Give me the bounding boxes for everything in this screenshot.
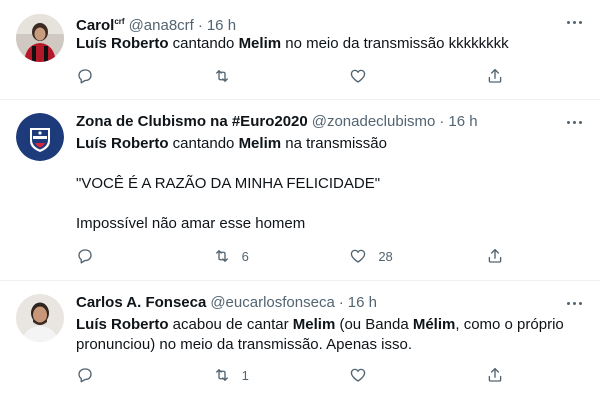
heart-icon: [351, 69, 366, 83]
tweet-feed: Carolcrf @ana8crf · 16 h Luís Roberto ca…: [0, 0, 600, 393]
avatar[interactable]: [16, 113, 64, 161]
retweet-button[interactable]: [213, 66, 309, 86]
separator-dot: ·: [439, 113, 445, 130]
bold-text: Luís Roberto: [76, 35, 169, 52]
share-button[interactable]: [486, 365, 506, 385]
share-icon: [488, 367, 502, 382]
tweet-content: Carolcrf @ana8crf · 16 h Luís Roberto ca…: [76, 12, 584, 54]
bold-text: Mélim: [412, 316, 456, 333]
display-name[interactable]: Zona de Clubismo na #Euro2020: [76, 112, 308, 132]
retweet-icon: [215, 369, 228, 381]
tweet-paragraph: Impossível não amar esse homem: [76, 215, 306, 232]
text-fragment: cantando: [168, 135, 239, 152]
tweet-text: Luís Roberto acabou de cantar Melim (ou …: [76, 315, 584, 355]
reply-button[interactable]: [76, 365, 172, 385]
tweet-actions: [76, 66, 506, 86]
timestamp[interactable]: 16 h: [448, 112, 477, 132]
more-options-button[interactable]: [564, 114, 584, 130]
more-options-button[interactable]: [564, 14, 584, 30]
tweet[interactable]: Carlos A. Fonseca @eucarlosfonseca · 16 …: [0, 281, 600, 393]
bold-text: Luís Roberto: [76, 135, 169, 152]
like-button[interactable]: [349, 66, 445, 86]
separator-dot: ·: [338, 294, 344, 311]
tweet-content: Zona de Clubismo na #Euro2020 @zonadeclu…: [76, 112, 584, 234]
name-superscript: crf: [114, 17, 125, 26]
tweet-text: Luís Roberto cantando Melim na transmiss…: [76, 134, 584, 154]
like-button[interactable]: [349, 365, 445, 385]
tweet-header: Carolcrf @ana8crf · 16 h: [76, 12, 584, 34]
retweet-icon: [215, 70, 228, 82]
text-fragment: cantando: [168, 35, 239, 52]
tweet-content: Carlos A. Fonseca @eucarlosfonseca · 16 …: [76, 293, 584, 355]
user-handle[interactable]: @ana8crf: [129, 16, 194, 36]
text-fragment: na transmissão: [281, 135, 387, 152]
tweet[interactable]: Carolcrf @ana8crf · 16 h Luís Roberto ca…: [0, 0, 600, 100]
like-button[interactable]: 28: [349, 246, 445, 266]
avatar[interactable]: [16, 14, 64, 62]
separator-dot: ·: [197, 17, 203, 34]
reply-button[interactable]: [76, 66, 172, 86]
like-count: 28: [378, 248, 393, 264]
display-name[interactable]: Carlos A. Fonseca: [76, 293, 206, 313]
share-icon: [488, 68, 502, 83]
retweet-button[interactable]: 1: [213, 365, 309, 385]
retweet-count: 1: [241, 367, 249, 383]
bold-text: Melim: [238, 35, 282, 52]
heart-icon: [351, 249, 366, 263]
timestamp[interactable]: 16 h: [207, 16, 236, 36]
tweet[interactable]: Zona de Clubismo na #Euro2020 @zonadeclu…: [0, 100, 600, 281]
display-name[interactable]: Carolcrf: [76, 12, 125, 36]
user-handle[interactable]: @eucarlosfonseca: [210, 293, 334, 313]
text-fragment: no meio da transmissão kkkkkkkk: [281, 35, 509, 52]
more-options-button[interactable]: [564, 295, 584, 311]
reply-button[interactable]: [76, 246, 172, 266]
text-fragment: acabou de cantar: [168, 316, 293, 333]
retweet-icon: [215, 250, 228, 262]
reply-icon: [78, 368, 92, 383]
tweet-paragraph: "VOCÊ É A RAZÃO DA MINHA FELICIDADE": [76, 175, 381, 192]
heart-icon: [351, 368, 366, 382]
reply-icon: [78, 69, 92, 84]
bold-text: Melim: [238, 135, 282, 152]
retweet-count: 6: [241, 248, 249, 264]
avatar[interactable]: [16, 294, 64, 342]
share-button[interactable]: [486, 66, 506, 86]
tweet-header: Zona de Clubismo na #Euro2020 @zonadeclu…: [76, 112, 584, 132]
bold-text: Luís Roberto: [76, 316, 169, 333]
tweet-actions: 1: [76, 365, 506, 385]
text-fragment: (ou Banda: [335, 316, 413, 333]
share-button[interactable]: [486, 246, 506, 266]
retweet-button[interactable]: 6: [213, 246, 309, 266]
tweet-text: Luís Roberto cantando Melim no meio da t…: [76, 34, 584, 54]
share-icon: [488, 248, 502, 263]
tweet-header: Carlos A. Fonseca @eucarlosfonseca · 16 …: [76, 293, 584, 313]
tweet-actions: 6 28: [76, 246, 506, 266]
bold-text: Melim: [292, 316, 336, 333]
reply-icon: [78, 249, 92, 264]
timestamp[interactable]: 16 h: [348, 293, 377, 313]
user-handle[interactable]: @zonadeclubismo: [312, 112, 436, 132]
